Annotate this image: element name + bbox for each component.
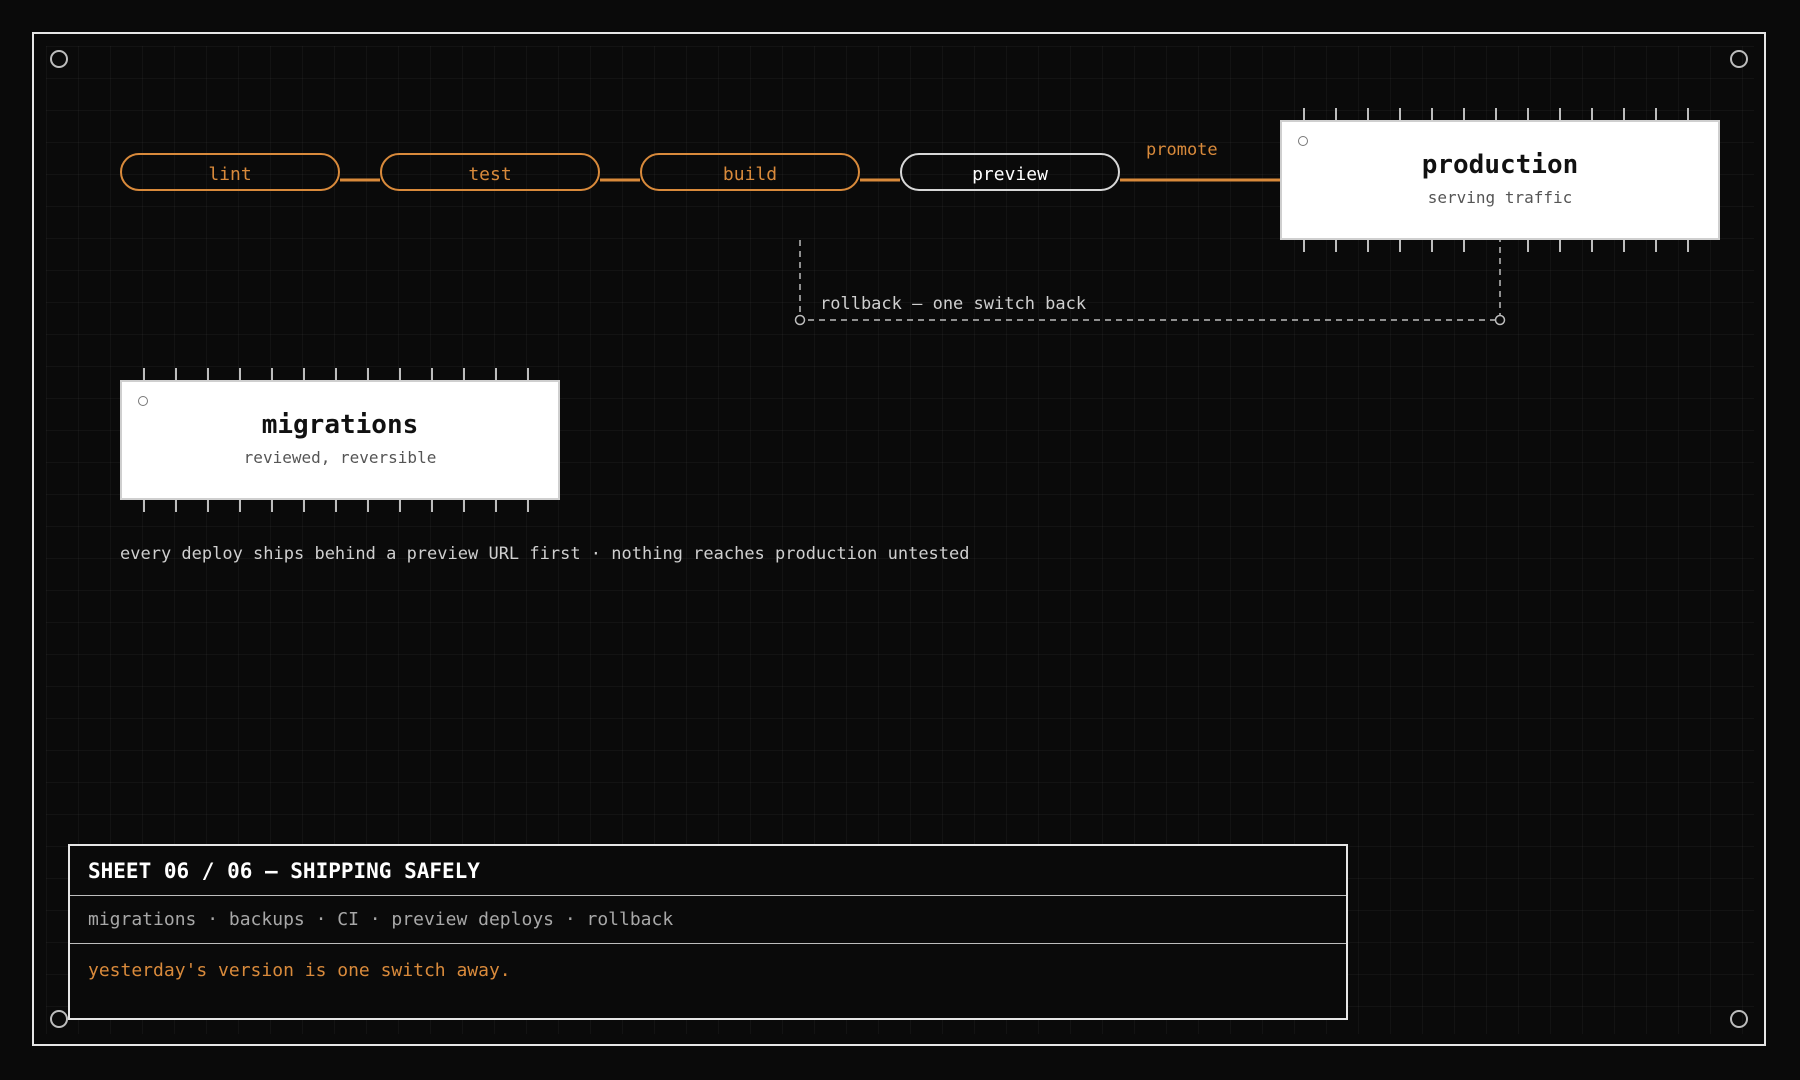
sheet-title: SHEET 06 / 06 — SHIPPING SAFELY [70,846,1346,896]
stage-label: build [722,164,778,185]
diagram-caption: every deploy ships behind a preview URL … [120,544,970,564]
stage-label: test [468,164,512,185]
migrations-node[interactable]: migrations reviewed, reversible [120,380,560,500]
stage-test[interactable]: test [380,153,600,191]
rollback-start-dot [1494,314,1506,326]
sheet-tagline: yesterday's version is one switch away. [88,959,511,981]
stage-lint[interactable]: lint [120,153,340,191]
title-block: SHEET 06 / 06 — SHIPPING SAFELY migratio… [68,844,1348,1020]
sheet-topics: migrations · backups · CI · preview depl… [70,896,1346,944]
rollback-label: rollback — one switch back [820,294,1087,314]
chip-indicator-icon [138,396,148,406]
promote-label: promote [1146,140,1218,160]
rollback-end-dot [794,314,806,326]
migrations-subtitle: reviewed, reversible [243,448,437,467]
stage-preview[interactable]: preview [900,153,1120,191]
production-title: production [1421,150,1579,180]
migrations-title: migrations [261,410,419,440]
production-node[interactable]: production serving traffic [1280,120,1720,240]
chip-indicator-icon [1298,136,1308,146]
production-subtitle: serving traffic [1427,188,1573,207]
stage-label: preview [972,164,1048,185]
stage-label: lint [208,164,252,185]
stage-build[interactable]: build [640,153,860,191]
